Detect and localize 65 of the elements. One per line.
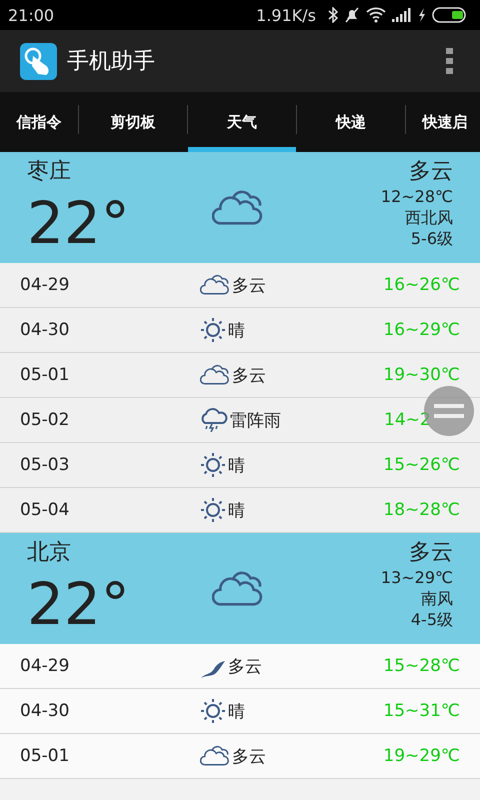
tab[interactable]: 快速启 [406, 92, 480, 152]
forecast-range: 19~30℃ [383, 365, 460, 385]
forecast-condition: 晴 [228, 454, 245, 476]
menu-icon [434, 404, 464, 418]
forecast-range: 15~28℃ [383, 656, 460, 676]
condition-text: 多云 [409, 158, 453, 186]
forecast-condition: 多云 [232, 746, 266, 768]
forecast-date: 04-30 [20, 320, 70, 340]
wind-direction: 西北风 [405, 207, 453, 228]
forecast-condition: 雷阵雨 [230, 410, 281, 432]
city-name: 北京 [27, 539, 72, 567]
forecast-condition: 晴 [228, 320, 245, 342]
current-temperature: 22° [27, 575, 131, 633]
overflow-menu-icon[interactable] [446, 48, 454, 74]
network-speed: 1.91K/s [256, 6, 316, 24]
sun-icon [200, 497, 226, 523]
cloud-icon [212, 188, 264, 226]
forecast-date: 04-29 [20, 656, 70, 676]
wind-level: 4-5级 [410, 609, 453, 630]
forecast-date: 05-02 [20, 410, 70, 430]
wind-level: 5-6级 [410, 228, 453, 249]
signal-icon [392, 8, 412, 22]
cloud-icon [212, 570, 264, 608]
temperature-range: 13~29℃ [380, 567, 453, 588]
forecast-range: 15~26℃ [383, 455, 460, 475]
forecast-date: 05-01 [20, 746, 70, 766]
app-logo [20, 42, 57, 80]
temperature-range: 12~28℃ [380, 186, 453, 207]
cloud-icon [200, 274, 230, 296]
forecast-condition: 多云 [232, 364, 266, 386]
battery-icon [432, 7, 468, 23]
app-title: 手机助手 [67, 48, 156, 76]
cloud-icon [200, 364, 230, 386]
forecast-range: 16~29℃ [383, 320, 460, 340]
current-temperature: 22° [27, 194, 131, 252]
forecast-range: 15~31℃ [383, 701, 460, 721]
sun-icon [200, 452, 226, 478]
forecast-date: 04-29 [20, 275, 70, 295]
tab[interactable]: 信指令 [0, 92, 78, 152]
forecast-condition: 晴 [228, 700, 245, 722]
sun-icon [200, 317, 226, 343]
forecast-condition: 多云 [228, 656, 262, 678]
tab[interactable]: 快递 [297, 92, 405, 152]
forecast-range: 18~28℃ [383, 500, 460, 520]
forecast-date: 04-30 [20, 701, 70, 721]
muted-bell-icon [344, 7, 360, 23]
thunderstorm-icon [200, 408, 228, 432]
sun-icon [200, 698, 226, 724]
forecast-date: 05-03 [20, 455, 70, 475]
clock: 21:00 [8, 6, 54, 24]
charging-icon [418, 8, 426, 22]
cloud-icon [200, 745, 230, 767]
forecast-range: 14~2 [384, 410, 432, 430]
forecast-condition: 多云 [232, 274, 266, 296]
bluetooth-icon [328, 7, 338, 23]
city-name: 枣庄 [27, 158, 72, 186]
forecast-condition: 晴 [228, 500, 245, 522]
wifi-icon [366, 7, 386, 23]
forecast-range: 19~29℃ [383, 746, 460, 766]
forecast-date: 05-01 [20, 365, 70, 385]
wind-direction: 南风 [421, 588, 453, 609]
tab[interactable]: 剪切板 [79, 92, 187, 152]
condition-text: 多云 [409, 539, 453, 567]
forecast-range: 16~26℃ [383, 275, 460, 295]
forecast-date: 05-04 [20, 500, 70, 520]
